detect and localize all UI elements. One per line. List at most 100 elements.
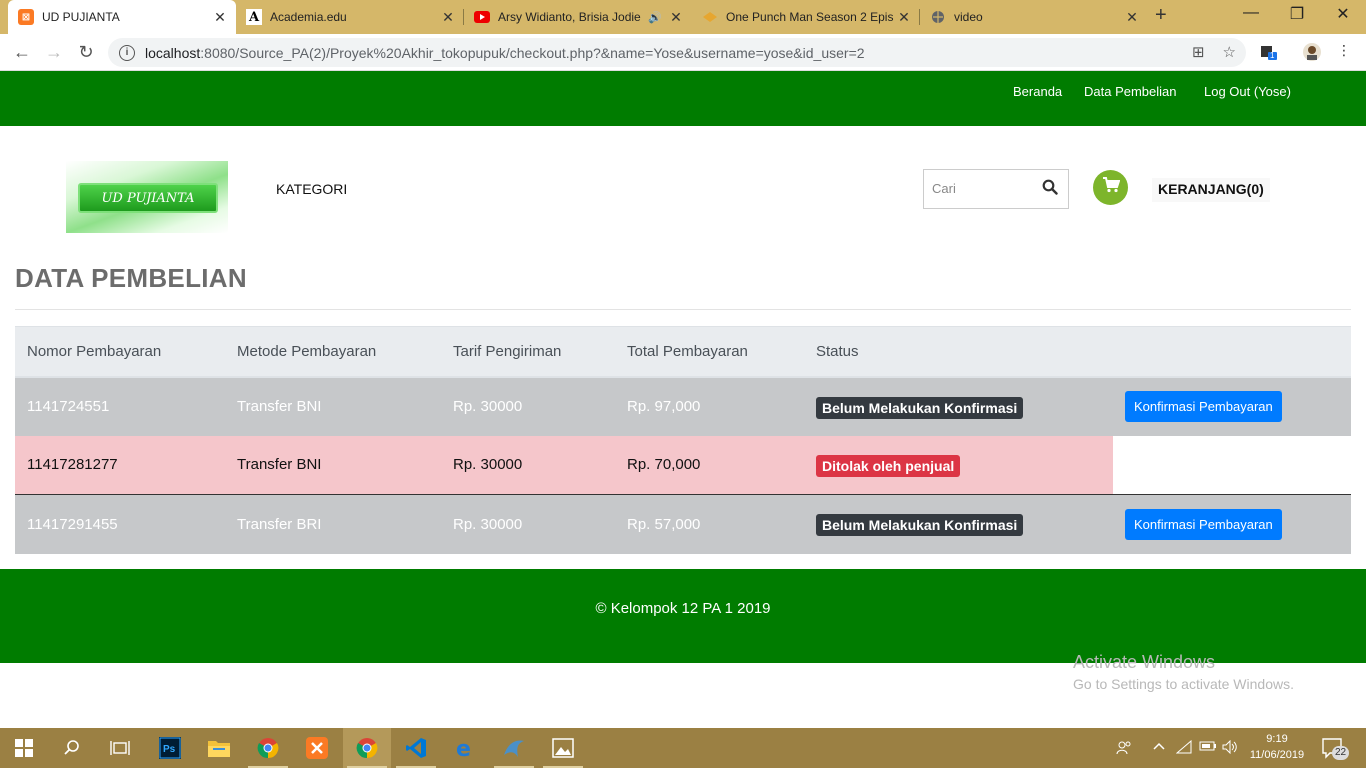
header-status: Status <box>804 326 1113 378</box>
browser-tab-bar: ⊠ UD PUJIANTA ✕ A Academia.edu ✕ Arsy Wi… <box>0 0 1366 34</box>
table-row: 1141724551 Transfer BNI Rp. 30000 Rp. 97… <box>15 376 1351 436</box>
konfirmasi-pembayaran-button[interactable]: Konfirmasi Pembayaran <box>1125 391 1282 422</box>
logo[interactable]: UD PUJIANTA <box>66 161 228 233</box>
cell-status: Belum Melakukan Konfirmasi <box>804 376 1113 436</box>
photos-icon <box>552 738 574 758</box>
edge-icon: e <box>456 737 471 759</box>
tab-video[interactable]: video ✕ <box>920 0 1148 34</box>
table-row: 11417291455 Transfer BRI Rp. 30000 Rp. 5… <box>15 494 1351 554</box>
close-tab-icon[interactable]: ✕ <box>894 9 914 26</box>
cart-label[interactable]: KERANJANG(0) <box>1152 178 1270 202</box>
reload-button[interactable]: ↻ <box>74 40 98 64</box>
address-bar[interactable]: i localhost:8080/Source_PA(2)/Proyek%20A… <box>108 38 1246 67</box>
start-button[interactable] <box>0 728 48 768</box>
cell-tarif: Rp. 30000 <box>441 435 615 495</box>
chevron-up-icon[interactable] <box>1152 740 1166 757</box>
dolphin-icon <box>504 740 524 757</box>
star-icon[interactable]: ☆ <box>1223 43 1236 61</box>
xampp-app[interactable] <box>293 728 341 768</box>
battery-icon[interactable] <box>1199 740 1217 755</box>
back-button[interactable]: ← <box>10 40 34 64</box>
search-icon[interactable] <box>1042 179 1058 200</box>
cell-total: Rp. 70,000 <box>615 435 804 495</box>
close-tab-icon[interactable]: ✕ <box>438 9 458 26</box>
cell-total: Rp. 97,000 <box>615 376 804 436</box>
chrome-icon <box>356 738 378 759</box>
cell-nomor: 1141724551 <box>15 376 225 436</box>
cell-metode: Transfer BNI <box>225 435 441 495</box>
konfirmasi-pembayaran-button[interactable]: Konfirmasi Pembayaran <box>1125 508 1282 540</box>
cart-icon <box>1102 177 1120 198</box>
photos-app[interactable] <box>539 728 587 768</box>
wifi-icon[interactable] <box>1175 739 1192 757</box>
tab-ud-pujianta[interactable]: ⊠ UD PUJIANTA ✕ <box>8 0 236 34</box>
vscode-app[interactable] <box>392 728 440 768</box>
close-window-button[interactable]: ✕ <box>1320 4 1366 24</box>
status-badge: Belum Melakukan Konfirmasi <box>816 514 1024 537</box>
tab-one-punch-man[interactable]: One Punch Man Season 2 Epis ✕ <box>692 0 920 34</box>
nav-beranda[interactable]: Beranda <box>1013 84 1062 99</box>
status-badge: Belum Melakukan Konfirmasi <box>816 396 1024 419</box>
cell-metode: Transfer BNI <box>225 376 441 436</box>
search-input[interactable] <box>932 181 1032 196</box>
chrome-active-app[interactable] <box>343 728 391 768</box>
forward-button[interactable]: → <box>42 40 66 64</box>
folder-icon <box>208 741 230 757</box>
cell-tarif: Rp. 30000 <box>441 376 615 436</box>
cell-tarif: Rp. 30000 <box>441 494 615 554</box>
extension-icon[interactable]: 1 <box>1258 42 1278 62</box>
task-view-button[interactable] <box>96 728 144 768</box>
chrome-app[interactable] <box>244 728 292 768</box>
divider <box>15 309 1351 310</box>
site-icon <box>702 9 718 25</box>
kategori-menu[interactable]: KATEGORI <box>276 181 347 197</box>
tab-youtube[interactable]: Arsy Widianto, Brisia Jodie 🔊 ✕ <box>464 0 692 34</box>
header-metode-pembayaran: Metode Pembayaran <box>225 326 441 378</box>
header-total-pembayaran: Total Pembayaran <box>615 326 804 378</box>
search-icon <box>64 740 79 755</box>
site-footer: © Kelompok 12 PA 1 2019 <box>0 569 1366 663</box>
youtube-icon <box>474 9 490 25</box>
info-icon[interactable]: i <box>119 44 135 61</box>
minimize-button[interactable]: — <box>1228 4 1274 22</box>
edge-app[interactable]: e <box>441 728 489 768</box>
close-tab-icon[interactable]: ✕ <box>1122 9 1142 26</box>
page-title: DATA PEMBELIAN <box>15 263 247 293</box>
volume-icon[interactable] <box>1222 739 1238 757</box>
table-row: 11417281277 Transfer BNI Rp. 30000 Rp. 7… <box>15 435 1351 495</box>
search-taskbar-button[interactable] <box>48 728 96 768</box>
people-icon[interactable] <box>1116 740 1132 759</box>
cart-button[interactable] <box>1093 170 1128 205</box>
cell-status: Ditolak oleh penjual <box>804 435 1113 495</box>
cell-action: Konfirmasi Pembayaran <box>1113 494 1351 554</box>
tab-academia[interactable]: A Academia.edu ✕ <box>236 0 464 34</box>
maximize-button[interactable]: ❐ <box>1274 4 1320 24</box>
windows-icon <box>15 739 33 757</box>
header-nomor-pembayaran: Nomor Pembayaran <box>15 326 225 378</box>
nav-data-pembelian[interactable]: Data Pembelian <box>1084 84 1177 99</box>
menu-icon[interactable]: ⋮ <box>1334 42 1354 62</box>
close-tab-icon[interactable]: ✕ <box>210 9 230 26</box>
cell-total: Rp. 57,000 <box>615 494 804 554</box>
xampp-icon <box>306 737 328 759</box>
profile-avatar[interactable] <box>1302 42 1322 62</box>
table-header-row: Nomor Pembayaran Metode Pembayaran Tarif… <box>15 326 1351 378</box>
vscode-icon <box>406 738 426 758</box>
site-header: Beranda Data Pembelian Log Out (Yose) <box>0 71 1366 126</box>
new-tab-button[interactable]: + <box>1155 4 1167 27</box>
task-view-icon <box>110 741 130 755</box>
speaker-icon[interactable]: 🔊 <box>648 11 662 24</box>
status-badge: Ditolak oleh penjual <box>816 454 961 477</box>
header-tarif-pengiriman: Tarif Pengiriman <box>441 326 615 378</box>
file-explorer-app[interactable] <box>195 728 243 768</box>
nav-logout[interactable]: Log Out (Yose) <box>1204 84 1291 99</box>
cell-action <box>1113 435 1351 495</box>
photoshop-icon: Ps <box>159 737 181 759</box>
translate-icon[interactable]: ⊞ <box>1192 43 1205 61</box>
logo-plate: UD PUJIANTA <box>78 183 218 213</box>
close-tab-icon[interactable]: ✕ <box>666 9 686 26</box>
taskbar-clock[interactable]: 9:19 11/06/2019 <box>1246 731 1308 763</box>
photoshop-app[interactable]: Ps <box>146 728 194 768</box>
mysql-app[interactable] <box>490 728 538 768</box>
notification-center-button[interactable]: 22 <box>1322 738 1350 765</box>
